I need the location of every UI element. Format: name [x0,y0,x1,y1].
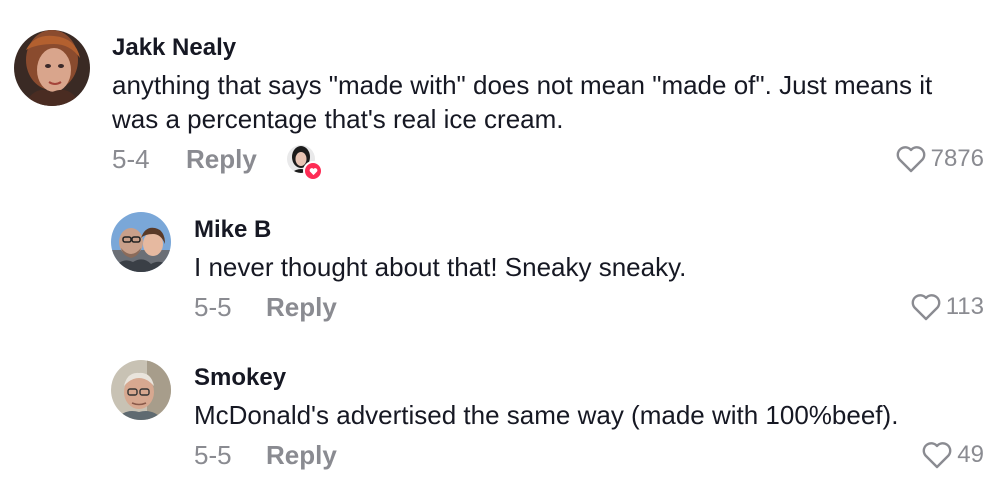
comment-text-line: McDonald's advertised the same way (made… [194,400,899,430]
user-avatar-icon [111,360,171,420]
comment-text: McDonald's advertised the same way (made… [194,398,898,432]
reply-button[interactable]: Reply [266,292,337,323]
like-count: 7876 [930,145,984,172]
user-avatar-icon [111,212,171,272]
heart-icon [303,161,323,181]
reply-comment-item: Mike B I never thought about that! Sneak… [0,190,996,340]
comment-username[interactable]: Mike B [194,216,271,244]
reply-button[interactable]: Reply [266,440,337,471]
comment-date: 5-4 [112,144,150,174]
avatar[interactable] [14,30,90,106]
creator-liked-indicator [287,145,323,181]
comment-text: I never thought about that! Sneaky sneak… [194,250,686,284]
heart-outline-icon [922,442,952,469]
comment-item: Jakk Nealy anything that says "made with… [0,0,996,190]
like-button[interactable]: 113 [910,292,984,322]
reply-button[interactable]: Reply [186,144,257,175]
comment-text-line: was a percentage that's real ice cream. [112,104,564,134]
heart-outline-icon [911,294,941,321]
comment-date: 5-5 [194,440,232,470]
comment-text-line: anything that says "made with" does not … [112,70,933,100]
like-button[interactable]: 7876 [895,144,984,174]
reply-comment-item: Smokey McDonald's advertised the same wa… [0,340,996,491]
comment-username[interactable]: Jakk Nealy [112,34,236,62]
avatar[interactable] [111,360,171,420]
avatar[interactable] [111,212,171,272]
comment-date: 5-5 [194,292,232,322]
like-count: 113 [945,293,984,320]
user-avatar-icon [14,30,90,106]
comment-username[interactable]: Smokey [194,364,286,392]
heart-outline-icon [896,146,925,173]
comment-text-line: I never thought about that! Sneaky sneak… [194,252,687,282]
like-count: 49 [957,441,984,468]
like-button[interactable]: 49 [921,440,984,470]
comment-text: anything that says "made with" does not … [112,68,932,136]
